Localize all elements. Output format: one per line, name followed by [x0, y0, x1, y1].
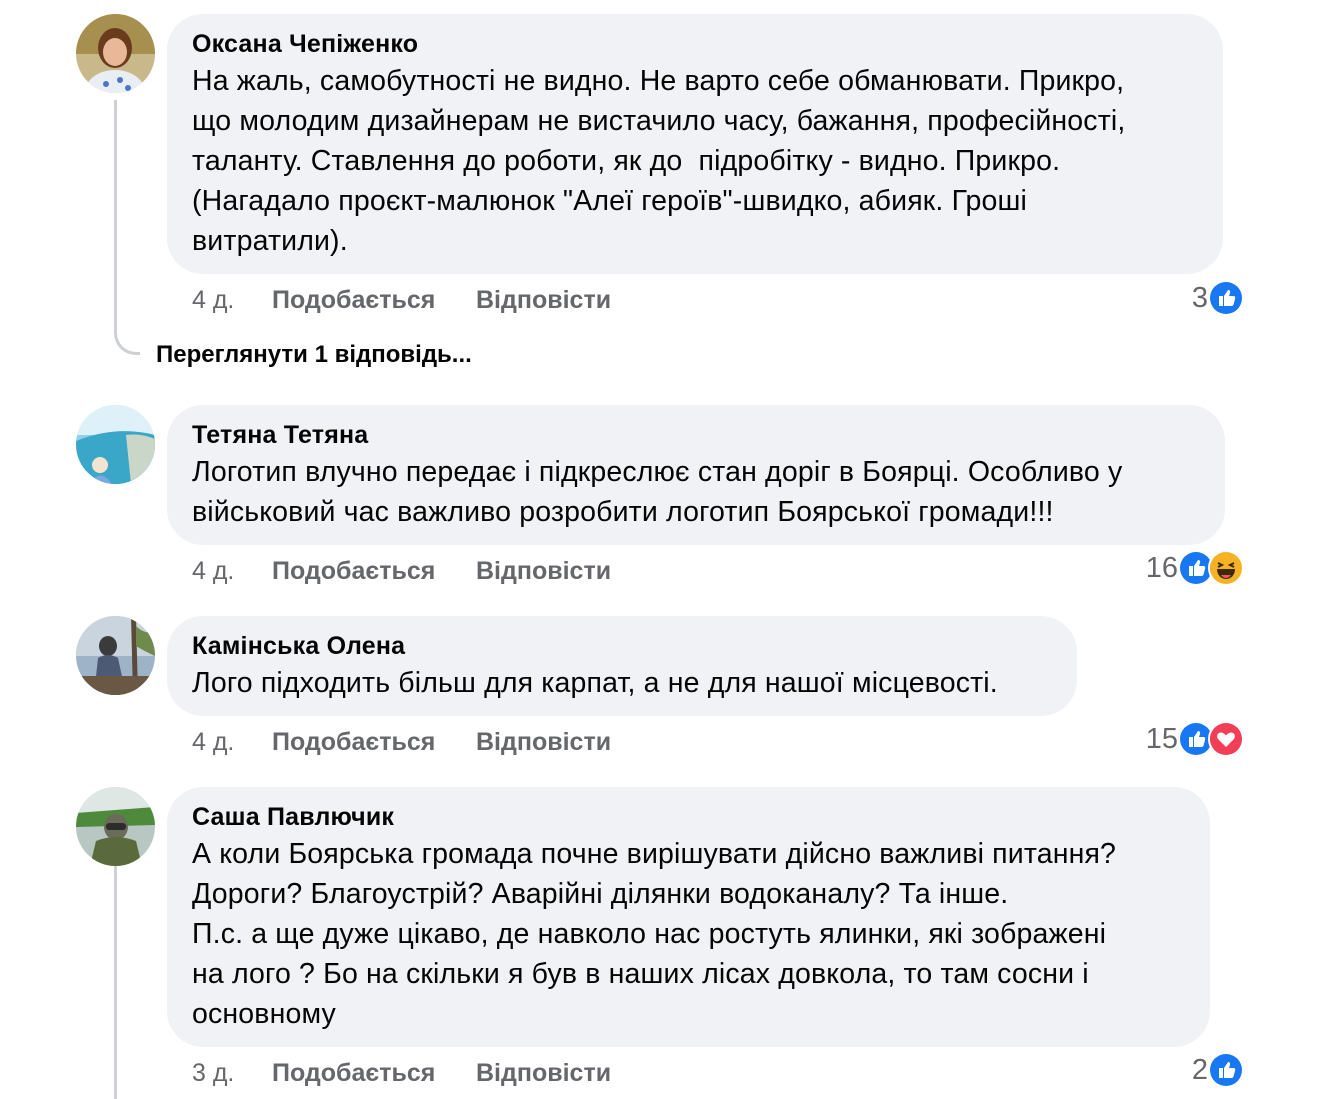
like-button[interactable]: Подобається — [272, 285, 435, 315]
reaction-count: 2 — [1191, 1053, 1208, 1086]
comment-line: що молодим дизайнерам не вистачило часу,… — [192, 105, 1126, 137]
comment-bubble: Тетяна Тетяна Логотип влучно передає і п… — [167, 405, 1225, 545]
comment-line: на лого ? Бо на скільки я був в наших лі… — [192, 958, 1089, 990]
comment-text: Лого підходить більш для карпат, а не дл… — [192, 663, 1051, 703]
comment-timestamp[interactable]: 4 д. — [192, 556, 234, 586]
comment-line: П.с. а ще дуже цікаво, де навколо нас ро… — [192, 918, 1107, 950]
comment-line: військовий час важливо розробити логотип… — [192, 496, 1054, 528]
comment-author[interactable]: Оксана Чепіженко — [192, 30, 1197, 59]
comment-timestamp[interactable]: 3 д. — [192, 1058, 234, 1088]
reactions-summary[interactable]: 16 — [1146, 550, 1244, 586]
avatar[interactable] — [76, 616, 155, 695]
reply-button[interactable]: Відповісти — [476, 1058, 611, 1088]
comment-line: Логотип влучно передає і підкреслює стан… — [192, 456, 1123, 488]
like-button[interactable]: Подобається — [272, 727, 435, 757]
comment-line: основному — [192, 998, 336, 1030]
view-replies-link[interactable]: Переглянути 1 відповідь... — [156, 340, 472, 370]
comment-line: А коли Боярська громада почне вирішувати… — [192, 838, 1117, 870]
avatar[interactable] — [76, 14, 155, 93]
comment-bubble: Оксана Чепіженко На жаль, самобутності н… — [167, 14, 1223, 274]
reaction-count: 3 — [1191, 281, 1208, 314]
haha-icon — [1208, 550, 1244, 586]
reactions-summary[interactable]: 15 — [1146, 721, 1244, 757]
comment-line: Лого підходить більш для карпат, а не дл… — [192, 667, 998, 699]
reply-button[interactable]: Відповісти — [476, 556, 611, 586]
comment-timestamp[interactable]: 4 д. — [192, 727, 234, 757]
comment-timestamp[interactable]: 4 д. — [192, 285, 234, 315]
reply-button[interactable]: Відповісти — [476, 727, 611, 757]
like-icon — [1208, 280, 1244, 316]
reactions-summary[interactable]: 2 — [1192, 1052, 1244, 1088]
like-button[interactable]: Подобається — [272, 1058, 435, 1088]
comment-line: Дороги? Благоустрій? Аварійні ділянки во… — [192, 878, 1009, 910]
comment-author[interactable]: Камінська Олена — [192, 632, 1051, 661]
thread-line — [114, 100, 117, 330]
thread-line-bottom — [114, 866, 117, 1099]
comment-bubble: Камінська Олена Лого підходить більш для… — [167, 616, 1077, 716]
reply-button[interactable]: Відповісти — [476, 285, 611, 315]
comment-line: таланту. Ставлення до роботи, як до підр… — [192, 145, 1061, 177]
love-icon — [1208, 721, 1244, 757]
avatar[interactable] — [76, 787, 155, 866]
comment-text: На жаль, самобутності не видно. Не варто… — [192, 61, 1197, 261]
comment-line: На жаль, самобутності не видно. Не варто… — [192, 65, 1125, 97]
thread-curve — [114, 325, 140, 355]
comment-line: (Нагадало проєкт-малюнок "Алеї героїв"-ш… — [192, 185, 1028, 217]
comment-text: А коли Боярська громада почне вирішувати… — [192, 834, 1184, 1034]
comment-line: витратили). — [192, 225, 348, 257]
like-button[interactable]: Подобається — [272, 556, 435, 586]
reaction-count: 15 — [1145, 722, 1178, 755]
reaction-count: 16 — [1145, 551, 1178, 584]
comment-bubble: Саша Павлючик А коли Боярська громада по… — [167, 787, 1210, 1047]
comment-text: Логотип влучно передає і підкреслює стан… — [192, 452, 1199, 532]
comment-author[interactable]: Саша Павлючик — [192, 803, 1184, 832]
reactions-summary[interactable]: 3 — [1192, 280, 1244, 316]
like-icon — [1208, 1052, 1244, 1088]
avatar[interactable] — [76, 405, 155, 484]
comment-author[interactable]: Тетяна Тетяна — [192, 421, 1199, 450]
